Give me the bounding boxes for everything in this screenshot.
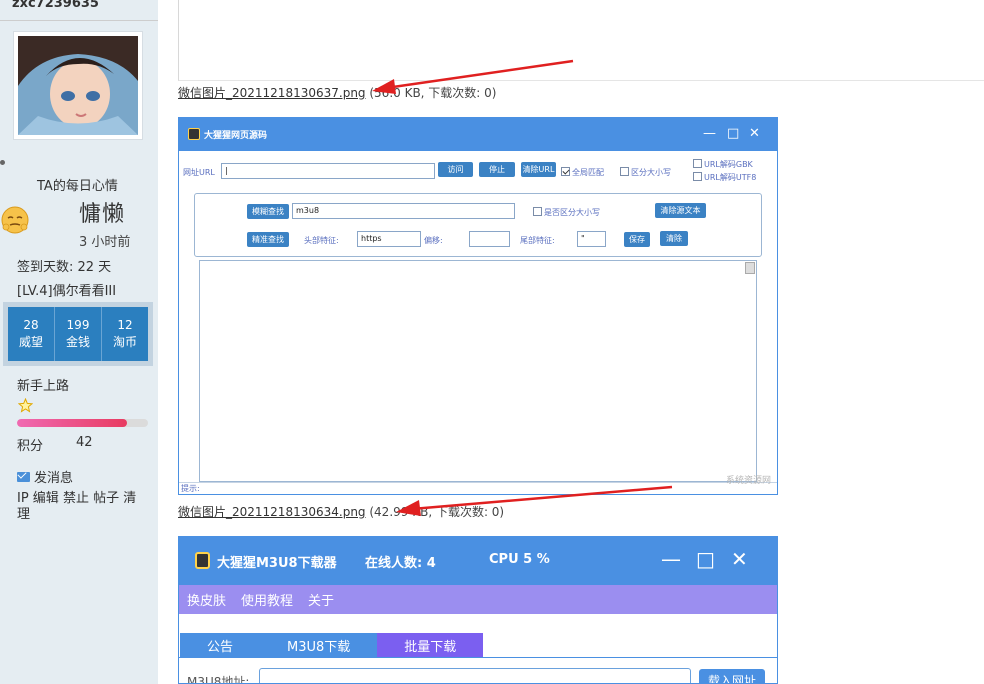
close-icon: ✕ [749,126,760,141]
app-icon [195,552,210,569]
menu-bar: 换皮肤 使用教程 关于 [179,585,777,614]
menu-about: 关于 [308,594,335,609]
attachment-link[interactable]: 微信图片_20211218130634.png [178,505,366,519]
attachment-image-page-source-tool[interactable]: 大猩猩网页源码 — □ ✕ 网址URL | 访问 停止 清除URL 全局匹配 区… [178,117,778,495]
annotation-arrow-icon [372,59,574,94]
status-label: 提示: [181,484,200,493]
window-title: 大猩猩M3U8下载器 [217,556,337,571]
clear-url-button: 清除URL [521,162,556,177]
list-bullet [0,160,5,165]
attachment-link[interactable]: 微信图片_20211218130637.png [178,86,366,100]
rank-progress-bar [17,419,148,427]
clear-button: 清除 [660,231,688,246]
stat-value: 12 [117,318,133,332]
maximize-icon: □ [727,126,740,141]
fuzzy-search-button: 模糊查找 [247,204,289,219]
stat-label: 淘币 [112,335,137,349]
mood-face-icon [1,206,29,234]
case-option-checkbox [533,207,542,216]
mood-time: 3 小时前 [79,235,131,250]
close-icon: ✕ [731,547,748,571]
user-rank[interactable]: 新手上路 [17,375,69,394]
points-label: 积分 [17,439,44,454]
stat-prestige[interactable]: 28 威望 [8,307,55,361]
maximize-icon: □ [696,547,715,571]
case-checkbox [620,167,629,176]
url-input: | [221,163,435,179]
url-label: 网址URL [183,168,215,177]
save-button: 保存 [624,232,650,247]
scrollbar-up-icon [745,262,755,274]
star-icon [18,398,33,413]
tail-label: 尾部特征: [520,236,555,245]
user-sidebar: zxc7239635 TA的每日心情 慵懒 3 小时前 签到天数: 22 天 [… [0,0,158,684]
admin-actions[interactable]: IP 编辑 禁止 帖子 清理 [17,491,137,523]
case-label: 区分大小写 [631,168,671,177]
offset-label: 偏移: [424,236,443,245]
utf8-checkbox [693,172,702,181]
fuzzy-input: m3u8 [292,203,515,219]
gbk-checkbox [693,159,702,168]
stop-button: 停止 [479,162,515,177]
signin-days: 签到天数: 22 天 [17,260,112,275]
minimize-icon: — [703,126,716,141]
case-option-label: 是否区分大小写 [544,208,600,217]
window-title: 大猩猩网页源码 [204,131,268,141]
tab-notice: 公告 [180,633,261,657]
clear-source-button: 清除源文本 [655,203,706,218]
rank-progress-fill [17,419,128,427]
username[interactable]: zxc7239635 [12,0,99,11]
utf8-label: URL解码UTF8 [704,173,757,182]
mood-label: TA的每日心情 [37,179,118,194]
points-value: 42 [76,435,93,450]
user-stats: 28 威望 199 金钱 12 淘币 [3,302,153,366]
avatar-image [18,36,138,135]
menu-tutorial: 使用教程 [241,594,294,609]
online-count: 在线人数: 4 [365,556,436,571]
offset-input [469,231,510,247]
tab-strip: 公告 M3U8下载 批量下载 [180,633,484,657]
window-titlebar: 大猩猩M3U8下载器 在线人数: 4 CPU 5 % — □ ✕ [179,537,777,585]
stat-money[interactable]: 199 金钱 [55,307,102,361]
avatar[interactable] [13,31,143,140]
tab-underline [179,657,777,658]
watermark: 系统资源网 [725,476,771,486]
full-match-label: 全局匹配 [572,168,604,177]
exact-search-button: 精准查找 [247,232,289,247]
stat-coins[interactable]: 12 淘币 [102,307,148,361]
tail-input: " [577,231,606,247]
cpu-usage: CPU 5 % [489,552,550,567]
visit-button: 访问 [438,162,473,177]
user-level[interactable]: [LV.4]偶尔看看III [17,280,116,299]
window-titlebar: 大猩猩网页源码 — □ ✕ [179,118,777,151]
head-label: 头部特征: [304,236,339,245]
send-message-label: 发消息 [34,471,74,486]
menu-skin: 换皮肤 [187,594,227,609]
source-textarea [199,260,757,482]
m3u8-url-input [259,668,691,683]
load-url-button: 载入网址 [699,669,765,683]
stat-value: 28 [23,318,39,332]
tab-m3u8-download: M3U8下载 [260,633,378,657]
tab-batch-download: 批量下载 [377,633,484,657]
m3u8-url-label: M3U8地址: [187,675,250,684]
minimize-icon: — [661,547,681,571]
stat-label: 威望 [18,335,43,349]
mood-word: 慵懒 [79,202,126,227]
gbk-label: URL解码GBK [704,160,753,169]
annotation-arrow-icon [396,485,673,516]
divider [0,20,158,21]
previous-image-area [178,0,984,81]
stat-label: 金钱 [65,335,90,349]
stat-value: 199 [66,318,90,332]
mail-icon [17,471,30,482]
send-message-link[interactable]: 发消息 [17,467,73,486]
attachment-image-m3u8-downloader[interactable]: 大猩猩M3U8下载器 在线人数: 4 CPU 5 % — □ ✕ 换皮肤 使用教… [178,536,778,684]
head-input: https [357,231,421,247]
app-icon [188,128,200,140]
full-match-checkbox [561,167,570,176]
